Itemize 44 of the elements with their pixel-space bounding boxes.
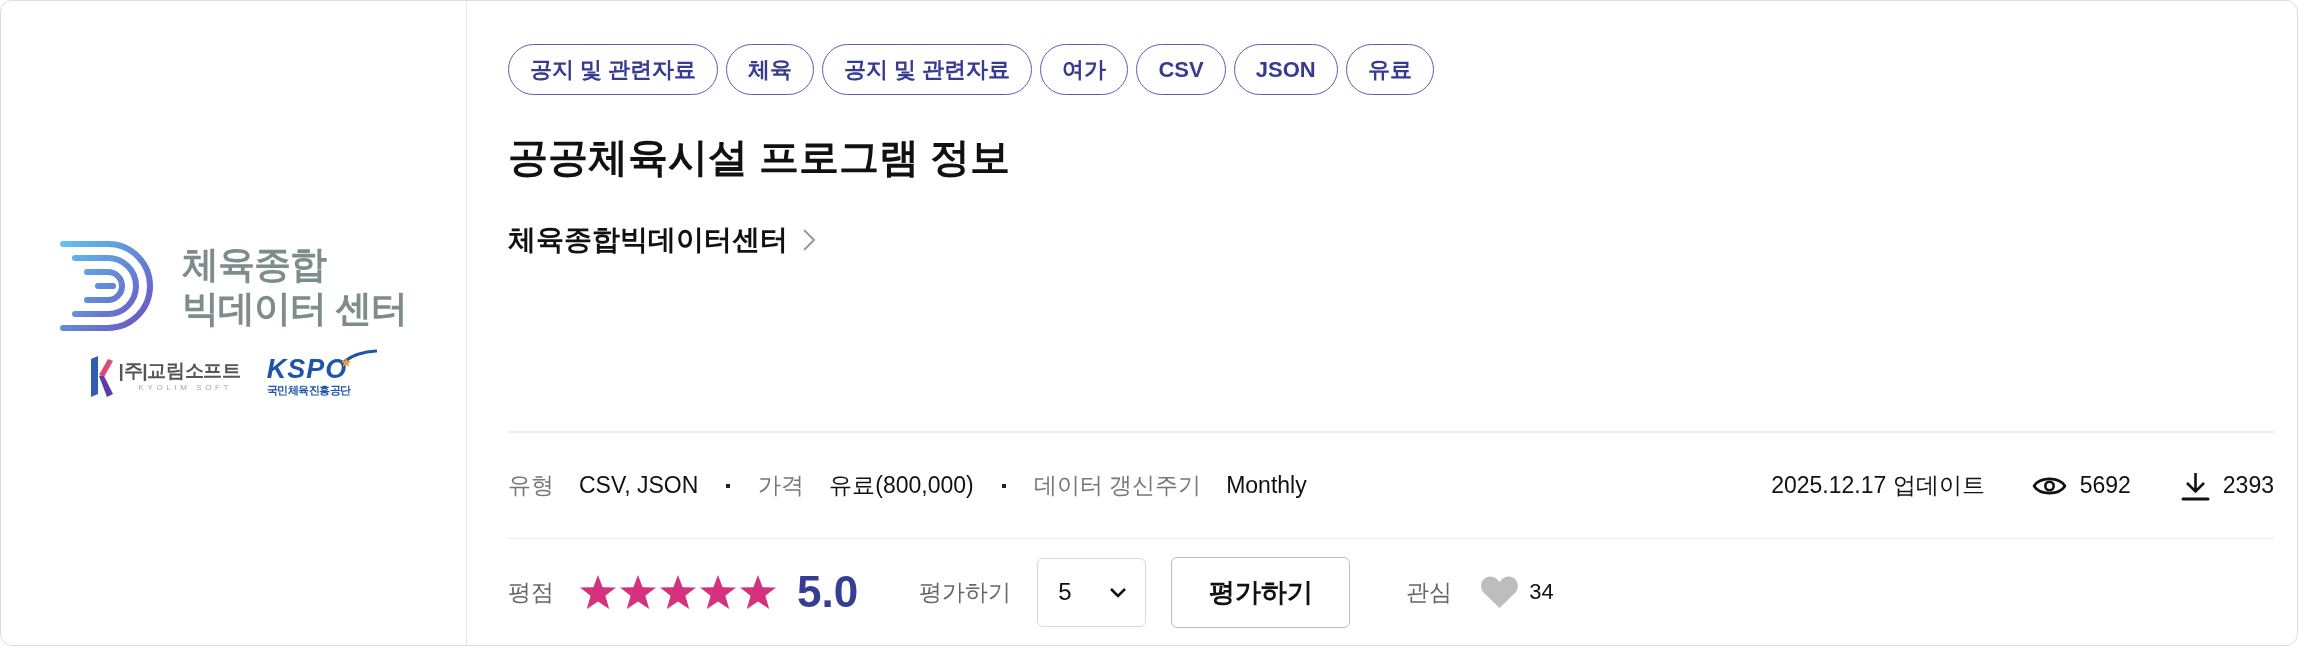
download-count: 2393 xyxy=(2222,472,2274,499)
company-logo-subtitle: 국민체육진흥공단 xyxy=(266,383,351,397)
dataset-title: 공공체육시설 프로그램 정보 xyxy=(508,134,1011,181)
logo-text: 빅데이터 센터 xyxy=(181,287,408,331)
meta-value: Monthly xyxy=(1226,472,1307,499)
dot-separator-icon xyxy=(726,483,731,488)
star-icon xyxy=(619,574,657,610)
publisher-link[interactable]: 체육종합빅데이터센터 xyxy=(508,222,816,258)
star-icon xyxy=(659,574,697,610)
logo-text: 체육종합 xyxy=(181,243,328,287)
chevron-down-icon xyxy=(1109,586,1128,598)
chevron-right-icon xyxy=(802,228,816,252)
star-icon xyxy=(739,574,777,610)
meta-label: 가격 xyxy=(758,471,805,500)
company-logo-text: |주|교림소프트 xyxy=(118,359,241,382)
letter-k-logo-icon xyxy=(89,354,114,398)
meta-value: 유료(800,000) xyxy=(829,471,974,500)
rate-button[interactable]: 평가하기 xyxy=(1171,556,1351,628)
rating-score: 5.0 xyxy=(797,567,859,617)
tag-chip[interactable]: 공지 및 관련자료 xyxy=(508,44,719,95)
view-count: 5692 xyxy=(2079,472,2131,499)
download-icon xyxy=(2180,470,2210,501)
company-logo-subtitle: KYOLIM SOFT xyxy=(138,382,232,393)
dot-separator-icon xyxy=(1001,483,1006,488)
tag-chip[interactable]: 여가 xyxy=(1040,44,1129,95)
meta-value: CSV, JSON xyxy=(579,472,699,499)
update-date: 2025.12.17 업데이트 xyxy=(1771,471,1985,500)
star-icon xyxy=(579,574,617,610)
meta-label: 데이터 갱신주기 xyxy=(1033,471,1202,500)
rate-label: 평가하기 xyxy=(919,577,1012,607)
tag-chip[interactable]: JSON xyxy=(1233,44,1338,95)
tag-chip[interactable]: 체육 xyxy=(726,44,815,95)
striped-d-logo-icon xyxy=(59,240,154,332)
meta-label: 유형 xyxy=(508,471,554,500)
tag-chip[interactable]: 공지 및 관련자료 xyxy=(822,44,1033,95)
company-logo-text: KSPO xyxy=(266,355,348,383)
interest-label: 관심 xyxy=(1406,577,1453,607)
heart-icon[interactable] xyxy=(1480,575,1520,609)
tag-chip[interactable]: CSV xyxy=(1136,44,1226,95)
rating-select[interactable]: 5 xyxy=(1037,557,1147,627)
tag-chip[interactable]: 유료 xyxy=(1345,44,1434,95)
like-count: 34 xyxy=(1529,579,1554,605)
star-icon xyxy=(699,574,737,610)
rating-label: 평점 xyxy=(508,577,554,607)
